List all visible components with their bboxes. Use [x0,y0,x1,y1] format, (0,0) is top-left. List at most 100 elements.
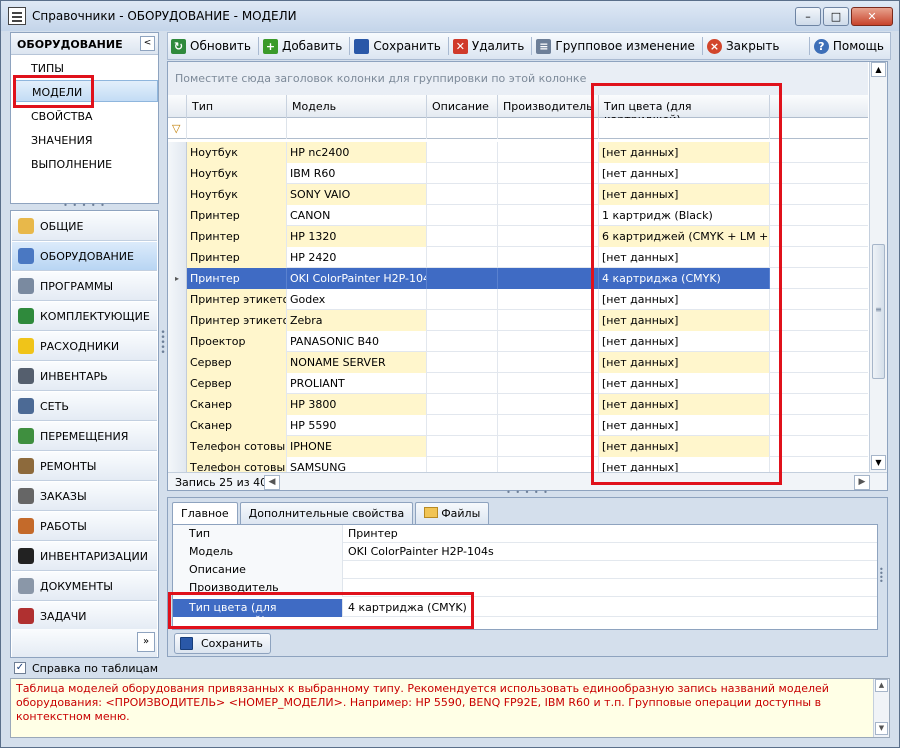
column-header-type[interactable]: Тип [187,95,287,118]
maximize-button[interactable]: □ [823,7,849,26]
table-cell-color[interactable]: [нет данных] [599,457,770,472]
row-indicator[interactable] [168,331,187,352]
nav-item[interactable]: ПРОГРАММЫ [12,272,157,301]
title-bar[interactable]: Справочники - ОБОРУДОВАНИЕ - МОДЕЛИ – □ … [1,1,899,31]
table-cell-type[interactable]: Сервер [187,373,287,394]
nav-item[interactable]: ЗАДАЧИ [12,602,157,631]
row-indicator[interactable] [168,142,187,163]
row-indicator[interactable] [168,226,187,247]
table-cell-maker[interactable] [498,394,599,415]
table-cell-model[interactable]: OKI ColorPainter H2P-104s [287,268,427,289]
column-header-color-type[interactable]: Тип цвета (для картриджей) [599,95,770,126]
row-indicator[interactable] [168,436,187,457]
table-row[interactable]: Телефон сотовый IPHONE [нет данных] [168,436,868,457]
row-indicator[interactable] [168,310,187,331]
more-nav-button[interactable]: » [137,632,155,652]
table-cell-model[interactable]: IPHONE [287,436,427,457]
subitem-properties[interactable]: СВОЙСТВА [14,105,158,127]
table-cell-color[interactable]: [нет данных] [599,142,770,163]
filter-cell-manufacturer[interactable] [498,118,599,139]
table-row[interactable]: Сканер HP 5590 [нет данных] [168,415,868,436]
table-row[interactable]: ▸ Принтер OKI ColorPainter H2P-104s 4 картр… [168,268,868,289]
table-row[interactable]: Сервер PROLIANT [нет данных] [168,373,868,394]
row-indicator[interactable] [168,247,187,268]
table-cell-maker[interactable] [498,373,599,394]
property-row[interactable]: Модель OKI ColorPainter H2P-104s [173,543,877,561]
table-cell-maker[interactable] [498,142,599,163]
table-row[interactable]: Сервер NONAME SERVER [нет данных] [168,352,868,373]
row-indicator[interactable] [168,352,187,373]
table-row[interactable]: Принтер этикеток Zebra [нет данных] [168,310,868,331]
delete-button[interactable]: ✕ Удалить [450,35,531,57]
column-header-description[interactable]: Описание [427,95,498,118]
property-row[interactable]: Описание [173,561,877,579]
tab-files[interactable]: Файлы [415,502,490,524]
column-header-model[interactable]: Модель [287,95,427,118]
table-cell-model[interactable]: Godex [287,289,427,310]
table-cell-desc[interactable] [427,268,498,289]
property-value[interactable] [345,579,348,597]
nav-item[interactable]: СЕТЬ [12,392,157,421]
table-cell-maker[interactable] [498,226,599,247]
table-cell-type[interactable]: Ноутбук [187,163,287,184]
table-cell-type[interactable]: Сканер [187,394,287,415]
subitem-types[interactable]: ТИПЫ [14,57,158,79]
table-cell-type[interactable]: Телефон сотовый [187,436,287,457]
table-cell-model[interactable]: PANASONIC B40 [287,331,427,352]
table-cell-type[interactable]: Сканер [187,415,287,436]
table-cell-type[interactable]: Принтер этикеток [187,310,287,331]
close-button[interactable]: × Закрыть [704,35,785,57]
table-row[interactable]: Принтер этикеток Godex [нет данных] [168,289,868,310]
table-cell-maker[interactable] [498,457,599,472]
table-row[interactable]: Проектор PANASONIC B40 [нет данных] [168,331,868,352]
table-cell-color[interactable]: [нет данных] [599,184,770,205]
table-cell-model[interactable]: CANON [287,205,427,226]
table-cell-type[interactable]: Принтер [187,226,287,247]
property-value[interactable] [345,561,348,579]
scroll-left-button[interactable]: ◀ [264,475,280,490]
table-cell-desc[interactable] [427,226,498,247]
nav-item[interactable]: ПЕРЕМЕЩЕНИЯ [12,422,157,451]
table-cell-color[interactable]: [нет данных] [599,373,770,394]
table-cell-model[interactable]: IBM R60 [287,163,427,184]
table-row[interactable]: Сканер HP 3800 [нет данных] [168,394,868,415]
collapse-panel-button[interactable]: < [140,36,155,51]
nav-item[interactable]: ОБЩИЕ [12,212,157,241]
table-cell-desc[interactable] [427,436,498,457]
table-row[interactable]: Ноутбук IBM R60 [нет данных] [168,163,868,184]
table-cell-desc[interactable] [427,163,498,184]
table-cell-type[interactable]: Ноутбук [187,142,287,163]
table-cell-model[interactable]: Zebra [287,310,427,331]
table-cell-desc[interactable] [427,184,498,205]
subitem-execution[interactable]: ВЫПОЛНЕНИЕ [14,153,158,175]
table-cell-type[interactable]: Проектор [187,331,287,352]
scroll-thumb[interactable]: ≡ [872,244,885,379]
nav-item[interactable]: ДОКУМЕНТЫ [12,572,157,601]
table-cell-desc[interactable] [427,457,498,472]
table-row[interactable]: Телефон сотовый SAMSUNG [нет данных] [168,457,868,472]
help-toggle[interactable]: ✓ Справка по таблицам [10,658,890,678]
filter-cell-model[interactable] [287,118,427,139]
table-cell-desc[interactable] [427,394,498,415]
scroll-up-button[interactable]: ▲ [871,62,886,77]
property-value[interactable]: 4 картриджа (CMYK) [345,599,467,617]
table-cell-desc[interactable] [427,289,498,310]
table-cell-color[interactable]: [нет данных] [599,310,770,331]
help-scrollbar[interactable]: ▲ ▼ [873,679,889,737]
nav-item[interactable]: ОБОРУДОВАНИЕ [12,242,157,271]
table-cell-type[interactable]: Принтер [187,268,287,289]
table-cell-maker[interactable] [498,331,599,352]
refresh-button[interactable]: ↻ Обновить [168,35,257,57]
table-cell-maker[interactable] [498,268,599,289]
table-row[interactable]: Принтер CANON 1 картридж (Black) [168,205,868,226]
table-cell-maker[interactable] [498,247,599,268]
table-cell-maker[interactable] [498,184,599,205]
row-indicator[interactable] [168,289,187,310]
table-cell-desc[interactable] [427,310,498,331]
filter-cell-color-type[interactable] [599,118,770,139]
filter-row[interactable]: ▽ [168,118,868,139]
property-row[interactable]: Тип цвета (для картриджей) 4 картриджа (C… [173,599,877,627]
table-cell-type[interactable]: Сервер [187,352,287,373]
table-cell-type[interactable]: Принтер [187,205,287,226]
scroll-right-button[interactable]: ▶ [854,475,870,490]
